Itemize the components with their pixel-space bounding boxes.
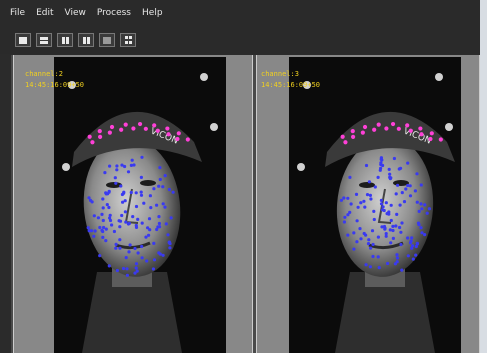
camera-feed-1: VICON [54, 57, 226, 353]
channel-label: channel:2 [25, 70, 63, 78]
timecode: 14:45:16:09+50 [25, 81, 85, 89]
menu-view[interactable]: View [65, 8, 86, 18]
single-view-button[interactable] [15, 33, 31, 47]
layout-toolbar [0, 26, 480, 54]
camera-viewport-2[interactable]: VICON channel:3 14:45:16:09+50 [256, 55, 480, 353]
timecode: 14:45:16:09+50 [261, 81, 321, 89]
three-view-button[interactable] [78, 33, 94, 47]
menu-file[interactable]: File [10, 8, 25, 18]
two-column-button[interactable] [57, 33, 73, 47]
menu-edit[interactable]: Edit [36, 8, 53, 18]
quad-view-icon [124, 36, 128, 40]
three-view-icon [82, 36, 86, 44]
two-row-button[interactable] [36, 33, 52, 47]
grid-view-icon [103, 36, 111, 44]
camera-feed-2: VICON [289, 57, 461, 353]
grid-view-button[interactable] [99, 33, 115, 47]
menu-process[interactable]: Process [97, 8, 131, 18]
menu-help[interactable]: Help [142, 8, 163, 18]
window-edge [480, 0, 487, 353]
app-window: File Edit View Process Help VICON channe… [0, 0, 487, 353]
single-view-icon [19, 36, 27, 44]
menu-bar: File Edit View Process Help [0, 0, 480, 26]
quad-view-button[interactable] [120, 33, 136, 47]
face-image-2: VICON [297, 73, 455, 353]
camera-workspace: VICON channel:2 14:45:16:09+50 VICON cha… [11, 55, 480, 353]
two-column-icon [61, 36, 65, 44]
channel-label: channel:3 [261, 70, 299, 78]
face-image-1: VICON [62, 73, 218, 353]
two-row-icon [40, 36, 48, 40]
camera-viewport-1[interactable]: VICON channel:2 14:45:16:09+50 [13, 55, 253, 353]
